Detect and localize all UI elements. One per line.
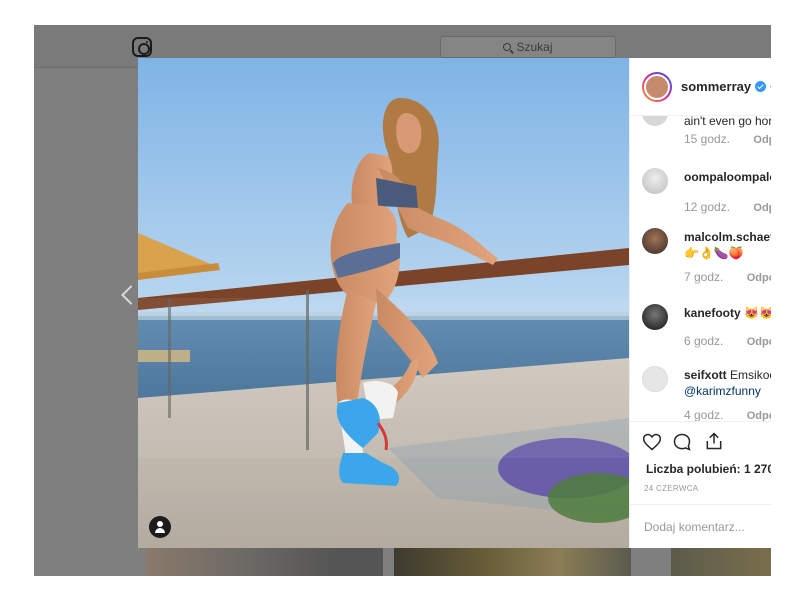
add-comment-input[interactable]: Dodaj komentarz... [630,504,771,548]
post-header: sommerray • [630,58,771,116]
comment-emoji: 😻😻 [744,306,771,320]
comment-text-inline: Emsikoo [730,368,771,382]
comment-username[interactable]: kanefooty [684,306,741,320]
search-input[interactable]: Szukaj [440,36,616,58]
post-modal: sommerray • ain't even go hon 15 godz. O… [138,58,771,548]
comment-username-line: kanefooty 😻😻 [684,306,771,320]
search-placeholder: Szukaj [516,40,553,54]
comment-username-line: seifxott Emsikoo [684,368,771,382]
comment-avatar[interactable] [642,116,668,126]
comment-icon[interactable] [672,432,692,452]
comment-meta: 15 godz. Odpo [684,132,771,146]
instagram-logo-icon[interactable] [132,37,152,57]
browser-viewport: Szukaj sommerray ain't even go hon 15 go… [34,25,771,576]
comment-username[interactable]: malcolm.schaefe [684,230,771,244]
verified-badge-icon [755,81,767,92]
post-actions: Liczba polubień: 1 270 2 24 CZERWCA Doda… [630,421,771,548]
feed-thumbnail[interactable] [146,545,383,576]
post-photo-illustration [138,58,629,548]
comment-time: 7 godz. [684,270,724,284]
comment-text: 👉👌🍆🍑 [684,246,744,260]
post-date: 24 CZERWCA [644,484,699,493]
comment-meta: 7 godz. Odpow [684,270,771,284]
search-icon [503,43,512,51]
post-photo[interactable] [138,58,629,548]
comment-username[interactable]: seifxott [684,368,727,382]
reply-button[interactable]: Odpo [753,202,771,214]
comment-time: 6 godz. [684,334,724,348]
owner-suffix: • [770,79,771,94]
comment-username[interactable]: oompaloompalo [684,170,771,184]
comment-avatar[interactable] [642,228,668,254]
comment-avatar[interactable] [642,168,668,194]
comment-avatar[interactable] [642,304,668,330]
comment-meta: 4 godz. Odpow [684,408,771,421]
heart-icon[interactable] [642,432,662,452]
feed-thumbnail[interactable] [671,545,771,576]
comment-time: 12 godz. [684,200,731,214]
comment-mention-link[interactable]: @karimzfunny [684,384,761,398]
likes-count[interactable]: Liczba polubień: 1 270 2 [646,462,771,476]
comment-avatar[interactable] [642,366,668,392]
owner-username[interactable]: sommerray [681,79,751,94]
reply-button[interactable]: Odpo [753,134,771,146]
owner-avatar[interactable] [642,71,672,102]
post-sidebar: sommerray • ain't even go hon 15 godz. O… [629,58,771,548]
comments-list: ain't even go hon 15 godz. Odpo oompaloo… [630,116,771,421]
feed-thumbnail[interactable] [394,545,631,576]
comment-meta: 12 godz. Odpo [684,200,771,214]
caption-fragment: ain't even go hon [684,116,771,128]
reply-button[interactable]: Odpow [747,272,771,284]
reply-button[interactable]: Odpow [747,336,771,348]
share-icon[interactable] [704,431,724,451]
comment-meta: 6 godz. Odpow [684,334,771,348]
comment-time: 15 godz. [684,132,731,146]
reply-button[interactable]: Odpow [747,410,771,421]
comment-time: 4 godz. [684,408,724,421]
background-feed-thumbnails [34,545,771,576]
user-tag-icon[interactable] [149,516,171,538]
